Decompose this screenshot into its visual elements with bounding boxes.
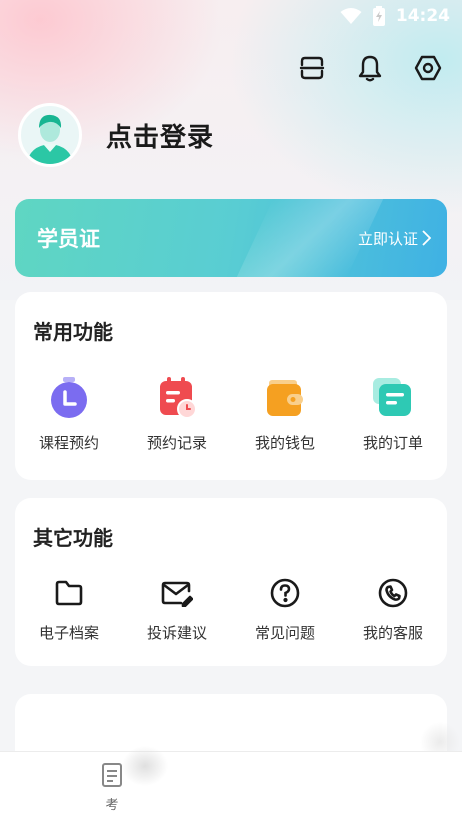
- complaint-button[interactable]: 投诉建议: [123, 576, 231, 643]
- common-functions-panel: 常用功能 课程预约 预约记录 我的钱包 我的订单: [15, 292, 447, 480]
- calendar-record-icon: [160, 377, 197, 419]
- booking-record-label: 预约记录: [146, 434, 207, 452]
- common-functions-title: 常用功能: [33, 320, 113, 344]
- tab-exam-label: 考: [105, 798, 119, 813]
- settings-icon: [414, 55, 442, 81]
- bottom-tab-bar: 考: [0, 751, 462, 823]
- student-card-title: 学员证: [37, 227, 100, 251]
- scan-icon: [299, 56, 325, 80]
- order-icon: [373, 378, 411, 416]
- course-booking-button[interactable]: 课程预约: [15, 376, 123, 453]
- other-functions-panel: 其它功能 电子档案 投诉建议 常见问题 我的客服: [15, 498, 447, 666]
- verify-button[interactable]: 立即认证: [358, 228, 431, 249]
- avatar[interactable]: [18, 103, 82, 167]
- folder-icon: [55, 580, 83, 606]
- wallet-label: 我的钱包: [254, 434, 315, 452]
- profile-section: 点击登录: [18, 103, 214, 167]
- e-archive-button[interactable]: 电子档案: [15, 576, 123, 643]
- student-card[interactable]: 学员证 立即认证: [15, 199, 447, 277]
- question-icon: [270, 578, 300, 608]
- header-actions: [296, 52, 444, 84]
- scan-button[interactable]: [296, 52, 328, 84]
- wallet-button[interactable]: 我的钱包: [231, 376, 339, 453]
- status-time: 14:24: [395, 6, 450, 26]
- notification-button[interactable]: [354, 52, 386, 84]
- faq-button[interactable]: 常见问题: [231, 576, 339, 643]
- phone-icon: [378, 578, 408, 608]
- verify-label: 立即认证: [357, 229, 418, 248]
- course-booking-label: 课程预约: [38, 434, 99, 452]
- user-avatar-icon: [27, 114, 73, 164]
- booking-record-button[interactable]: 预约记录: [123, 376, 231, 453]
- common-functions-grid: 课程预约 预约记录 我的钱包 我的订单: [15, 376, 447, 453]
- blur-artifact: [122, 746, 168, 786]
- e-archive-label: 电子档案: [38, 624, 99, 642]
- wallet-icon: [267, 380, 303, 416]
- bell-icon: [358, 55, 382, 82]
- chevron-right-icon: [422, 230, 431, 246]
- settings-button[interactable]: [412, 52, 444, 84]
- customer-service-label: 我的客服: [362, 624, 423, 642]
- mail-edit-icon: [161, 581, 193, 607]
- my-orders-label: 我的订单: [362, 434, 423, 452]
- login-button[interactable]: 点击登录: [106, 117, 214, 154]
- document-icon: [102, 763, 122, 787]
- faq-label: 常见问题: [254, 624, 315, 642]
- battery-charging-icon: [372, 6, 385, 26]
- clock-icon: [51, 377, 87, 418]
- status-bar: 14:24: [0, 0, 462, 32]
- other-functions-title: 其它功能: [33, 526, 113, 550]
- other-functions-grid: 电子档案 投诉建议 常见问题 我的客服: [15, 576, 447, 643]
- my-orders-button[interactable]: 我的订单: [339, 376, 447, 453]
- complaint-label: 投诉建议: [146, 624, 207, 642]
- customer-service-button[interactable]: 我的客服: [339, 576, 447, 643]
- wifi-icon: [340, 8, 362, 24]
